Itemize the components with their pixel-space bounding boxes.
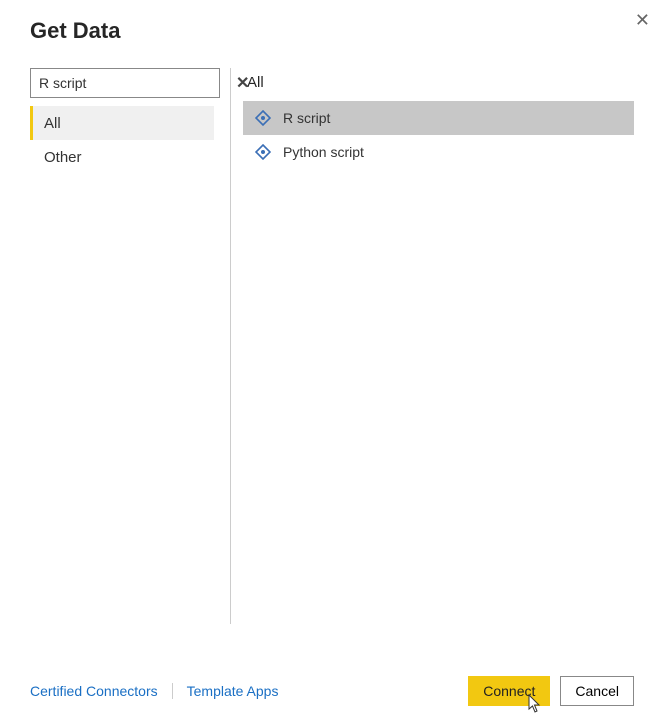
link-certified-connectors[interactable]: Certified Connectors — [30, 683, 172, 699]
cancel-button[interactable]: Cancel — [560, 676, 634, 706]
category-list: All Other — [30, 106, 214, 174]
category-label: All — [44, 115, 61, 132]
page-title: Get Data — [30, 18, 634, 44]
footer-links: Certified Connectors Template Apps — [30, 683, 292, 699]
search-box[interactable]: ✕ — [30, 68, 220, 98]
connector-label: R script — [283, 110, 330, 126]
connector-python-script[interactable]: Python script — [243, 135, 634, 169]
close-icon[interactable]: ✕ — [631, 6, 654, 35]
clear-search-icon[interactable]: ✕ — [228, 73, 257, 93]
category-other[interactable]: Other — [30, 140, 214, 174]
dialog-footer: Certified Connectors Template Apps Conne… — [0, 656, 664, 726]
connector-r-script[interactable]: R script — [243, 101, 634, 135]
category-label: Other — [44, 149, 82, 166]
search-input[interactable] — [31, 71, 228, 95]
connect-button[interactable]: Connect — [468, 676, 550, 706]
dialog-header: Get Data — [0, 0, 664, 54]
left-pane: ✕ All Other — [30, 68, 230, 624]
category-all[interactable]: All — [30, 106, 214, 140]
connector-label: Python script — [283, 144, 364, 160]
link-template-apps[interactable]: Template Apps — [172, 683, 293, 699]
connector-list: R script Python script — [243, 101, 634, 169]
diamond-icon — [253, 108, 273, 128]
pane-divider — [230, 68, 231, 624]
right-pane: All R script Python script — [239, 68, 634, 624]
diamond-icon — [253, 142, 273, 162]
content-area: ✕ All Other All R script — [0, 54, 664, 624]
right-pane-title: All — [243, 68, 634, 101]
